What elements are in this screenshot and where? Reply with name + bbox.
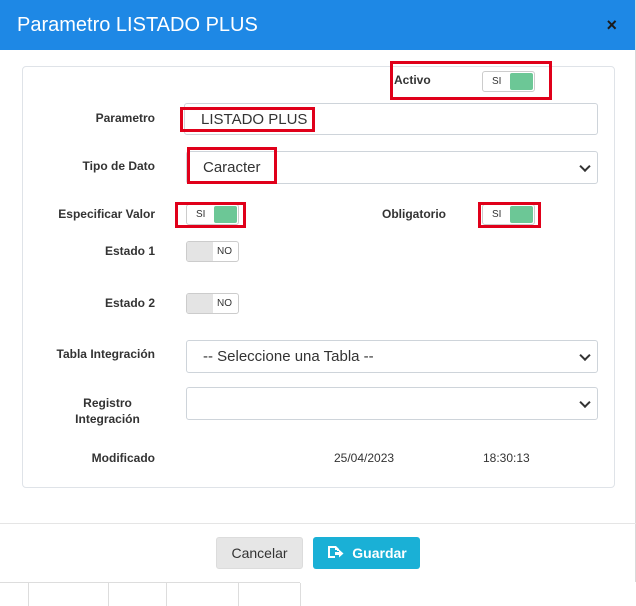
background-table <box>0 582 301 606</box>
especificar-valor-label: Especificar Valor <box>58 207 155 221</box>
chevron-down-icon <box>579 396 591 408</box>
footer-divider <box>0 523 636 524</box>
parametro-value: LISTADO PLUS <box>201 110 308 128</box>
activo-toggle-state: SI <box>492 76 502 87</box>
estado1-toggle-state: NO <box>217 246 232 257</box>
estado2-toggle-state: NO <box>217 298 232 309</box>
modificado-date: 25/04/2023 <box>334 451 395 465</box>
tabla-integracion-label: Tabla Integración <box>56 347 155 361</box>
tabla-integracion-select[interactable]: -- Seleccione una Tabla -- <box>186 340 598 373</box>
estado2-label: Estado 2 <box>104 296 155 310</box>
tabla-integracion-value: -- Seleccione una Tabla -- <box>203 348 374 365</box>
toggle-knob <box>509 73 533 90</box>
tipo-dato-value: Caracter <box>203 159 261 176</box>
save-label: Guardar <box>352 545 407 561</box>
registro-integracion-label: Registro Integración <box>60 395 155 427</box>
especificar-valor-toggle[interactable]: SI <box>186 204 239 225</box>
parametro-input[interactable]: LISTADO PLUS <box>184 103 598 135</box>
close-icon[interactable]: × <box>606 15 617 36</box>
modal-title: Parametro LISTADO PLUS <box>17 13 258 36</box>
modificado-time: 18:30:13 <box>483 451 530 465</box>
tipo-dato-label: Tipo de Dato <box>82 159 155 173</box>
registro-integracion-label-line1: Registro <box>83 396 132 410</box>
estado2-toggle[interactable]: NO <box>186 293 239 314</box>
registro-integracion-label-line2: Integración <box>75 412 140 426</box>
toggle-knob <box>187 242 213 261</box>
cancel-button[interactable]: Cancelar <box>216 537 303 569</box>
toggle-knob <box>187 294 213 313</box>
modal-header: Parametro LISTADO PLUS × <box>0 0 635 50</box>
obligatorio-toggle[interactable]: SI <box>482 204 535 225</box>
obligatorio-label: Obligatorio <box>382 207 446 221</box>
chevron-down-icon <box>579 349 591 361</box>
registro-integracion-select[interactable] <box>186 387 598 420</box>
modificado-label: Modificado <box>91 451 155 465</box>
estado1-label: Estado 1 <box>104 244 155 258</box>
save-icon <box>326 545 344 562</box>
activo-label: Activo <box>394 73 431 87</box>
estado1-toggle[interactable]: NO <box>186 241 239 262</box>
obligatorio-toggle-state: SI <box>492 209 502 220</box>
toggle-knob <box>509 206 533 223</box>
save-button[interactable]: Guardar <box>313 537 420 569</box>
especificar-valor-toggle-state: SI <box>196 209 206 220</box>
toggle-knob <box>213 206 237 223</box>
activo-toggle[interactable]: SI <box>482 71 535 92</box>
parametro-modal: Parametro LISTADO PLUS × Activo SI Param… <box>0 0 636 582</box>
chevron-down-icon <box>579 160 591 172</box>
parametro-label: Parametro <box>95 111 155 125</box>
tipo-dato-select[interactable]: Caracter <box>186 151 598 184</box>
